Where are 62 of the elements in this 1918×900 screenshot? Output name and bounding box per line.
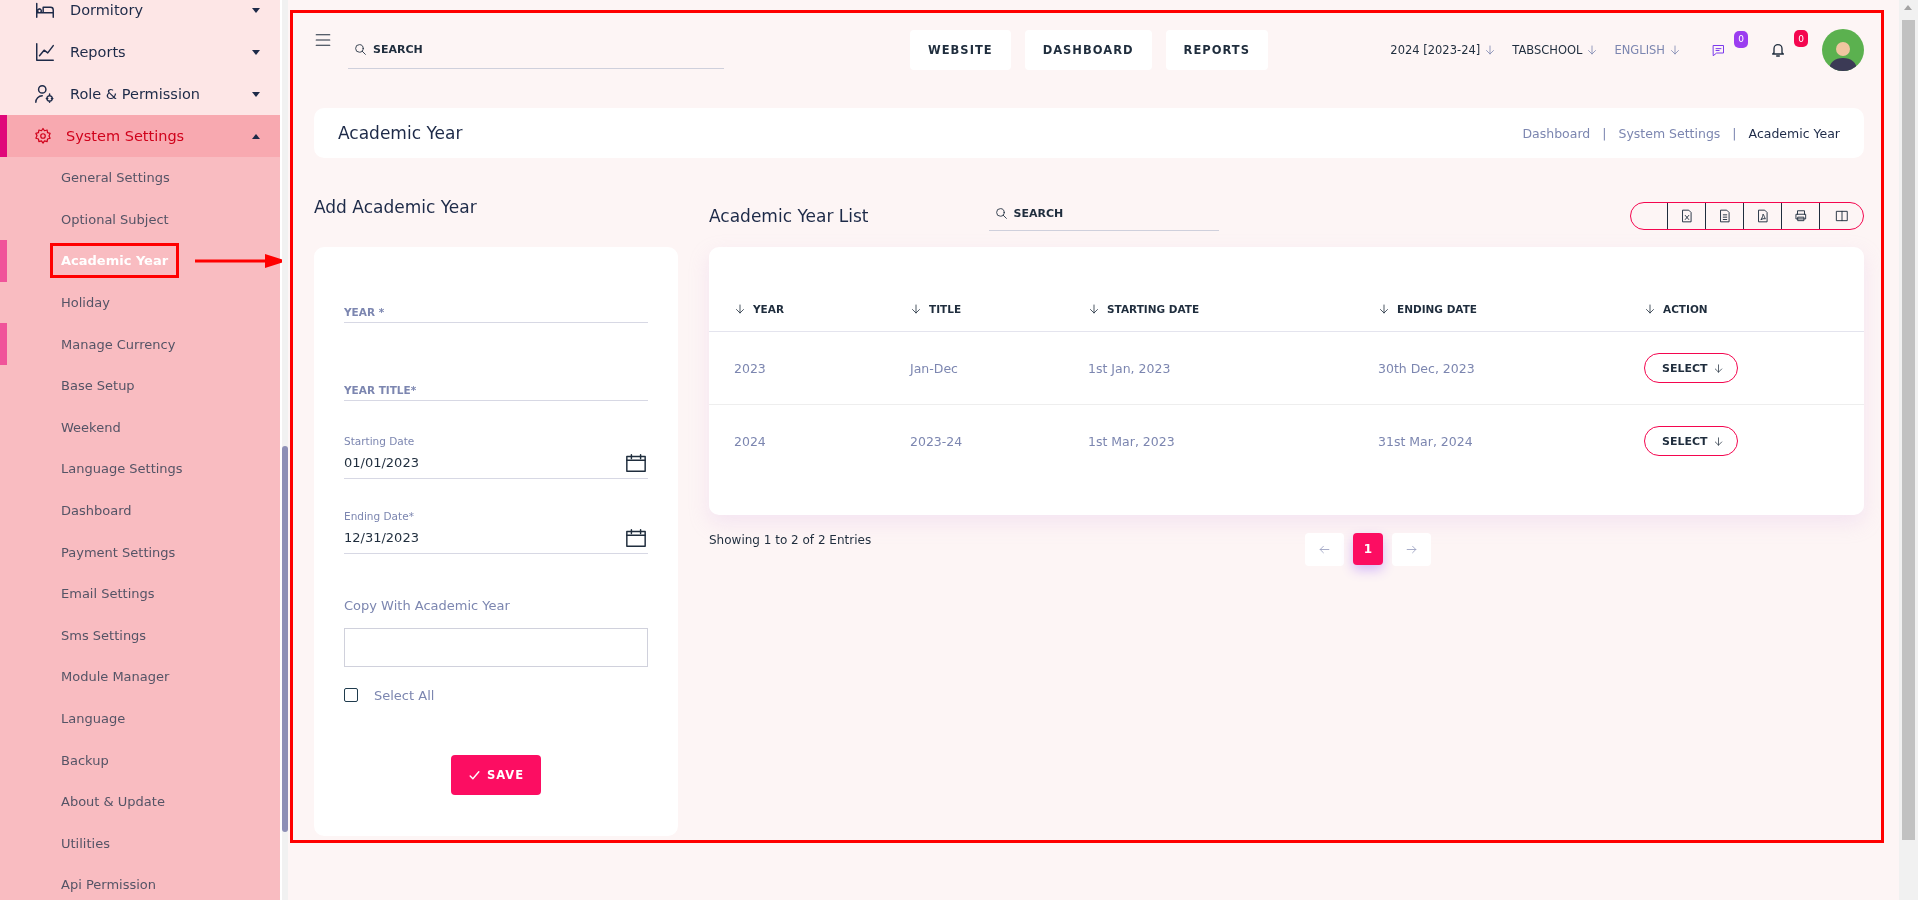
breadcrumb-link[interactable]: System Settings <box>1618 125 1721 141</box>
table-cell-text: 2023 <box>734 360 767 376</box>
submenu-item[interactable]: Module Manager <box>0 656 280 698</box>
breadcrumb-link[interactable]: Dashboard <box>1522 125 1591 141</box>
table-cell-text: 2023-24 <box>910 433 964 449</box>
submenu-item[interactable]: Optional Subject <box>0 198 280 241</box>
submenu-item[interactable]: Email Settings <box>0 572 280 615</box>
section-title: Add Academic Year <box>314 196 478 219</box>
menu-item[interactable]: System Settings <box>0 115 280 157</box>
table-cell-text: 1st Jan, 2023 <box>1088 360 1172 376</box>
submenu-item[interactable]: Language <box>0 697 280 740</box>
notification-count-badge: 0 <box>1794 30 1808 47</box>
field-label: Copy With Academic Year <box>344 597 511 615</box>
menu-item[interactable]: Dormitory <box>0 0 280 31</box>
input-field[interactable]: YEAR TITLE* <box>344 323 648 401</box>
date-field[interactable]: Starting Date 01/01/2023 <box>344 434 648 479</box>
save-button[interactable]: SAVE <box>450 755 542 795</box>
table-cell-text: Jan-Dec <box>910 360 959 376</box>
page-button[interactable]: 1 <box>1353 533 1383 565</box>
submenu-item[interactable]: Api Permission <box>0 864 280 900</box>
school-selector[interactable]: TABSCHOOL <box>1512 43 1583 57</box>
select-dropdown-button[interactable]: SELECT <box>1644 426 1738 456</box>
table-cell-text: 2024 <box>734 433 767 449</box>
submenu-item[interactable]: Dashboard <box>0 489 280 532</box>
submenu-item[interactable]: General Settings <box>0 157 280 199</box>
column-header[interactable]: ENDING DATE <box>1378 303 1644 315</box>
checkbox-label[interactable]: Select All <box>374 687 435 703</box>
submenu-item[interactable]: Holiday <box>0 281 280 324</box>
language-selector[interactable]: ENGLISH <box>1614 43 1665 57</box>
submenu-item[interactable]: Backup <box>0 739 280 781</box>
menu-item[interactable]: Reports <box>0 31 280 73</box>
select-dropdown-button[interactable]: SELECT <box>1644 353 1738 383</box>
page-title: Academic Year <box>338 123 463 143</box>
column-header[interactable]: YEAR <box>734 303 910 315</box>
search-field[interactable]: SEARCH <box>988 197 1219 231</box>
submenu-item[interactable]: Payment Settings <box>0 531 280 573</box>
table-cell-text: 30th Dec, 2023 <box>1378 360 1476 376</box>
table-cell-text: 1st Mar, 2023 <box>1088 433 1176 449</box>
menu-item[interactable]: Role & Permission <box>0 73 280 115</box>
nav-button[interactable]: WEBSITE <box>910 30 1011 70</box>
input-field[interactable]: YEAR * <box>344 247 648 323</box>
search-field[interactable]: SEARCH <box>348 31 724 69</box>
breadcrumb-separator: | <box>1602 125 1607 141</box>
submenu-item[interactable]: Utilities <box>0 822 280 865</box>
submenu-item[interactable]: Weekend <box>0 406 280 449</box>
entries-info: Showing 1 to 2 of 2 Entries <box>709 533 873 547</box>
submenu-item[interactable]: Language Settings <box>0 448 280 490</box>
column-header[interactable]: ACTION <box>1644 303 1864 315</box>
session-selector[interactable]: 2024 [2023-24] <box>1390 43 1481 57</box>
table-cell-text: 31st Mar, 2024 <box>1378 433 1474 449</box>
message-count-badge: 0 <box>1734 30 1748 48</box>
submenu-item[interactable]: Base Setup <box>0 364 280 407</box>
breadcrumb-separator: | <box>1732 125 1737 141</box>
nav-button[interactable]: DASHBOARD <box>1024 30 1152 70</box>
nav-button[interactable]: REPORTS <box>1165 30 1268 70</box>
submenu-item[interactable]: Manage Currency <box>0 323 280 365</box>
date-field[interactable]: Ending Date* 12/31/2023 <box>344 509 648 554</box>
submenu-item[interactable]: Sms Settings <box>0 614 280 657</box>
column-header[interactable]: TITLE <box>910 303 1088 315</box>
submenu-item[interactable]: About & Update <box>0 780 280 823</box>
section-title: Academic Year List <box>709 206 869 228</box>
column-header[interactable]: STARTING DATE <box>1088 303 1378 315</box>
